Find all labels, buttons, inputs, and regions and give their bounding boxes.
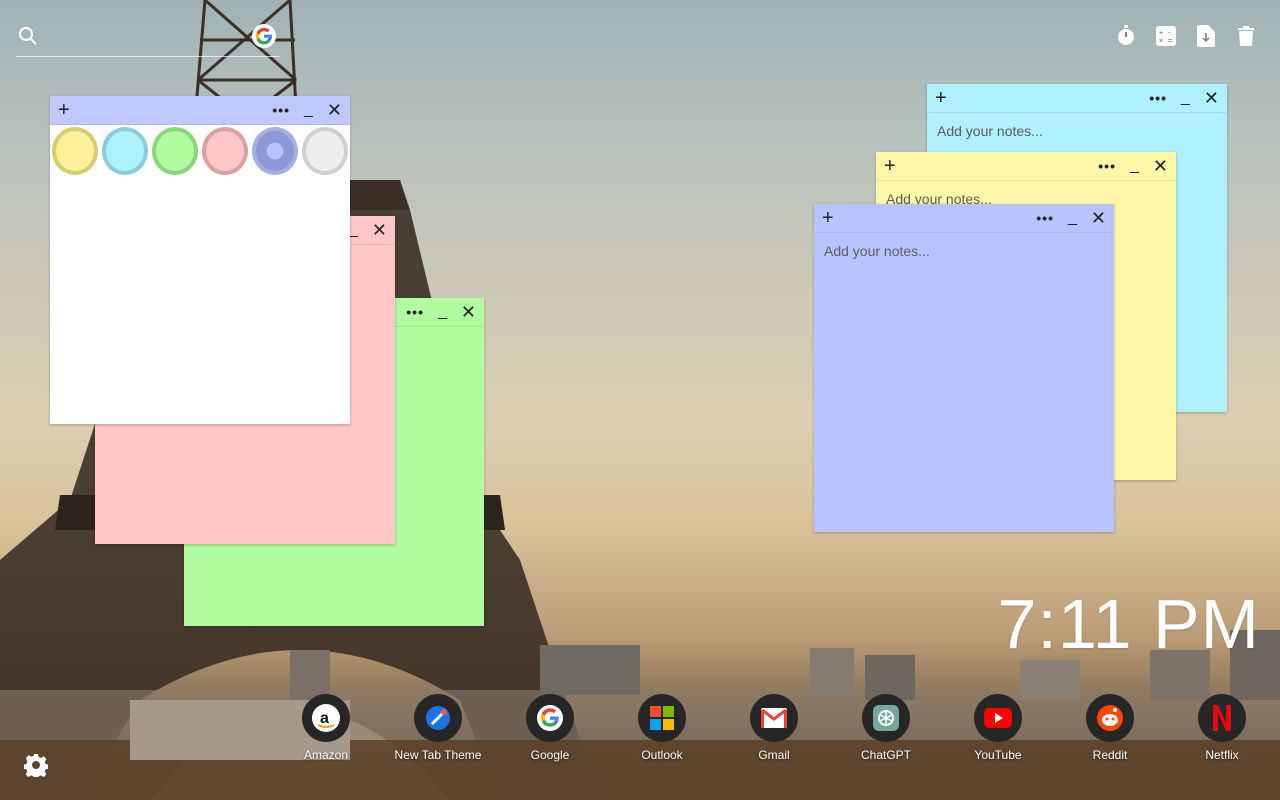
color-swatch-green[interactable] bbox=[152, 127, 198, 175]
svg-text:×: × bbox=[1159, 38, 1163, 45]
note-minimize-button[interactable]: _ bbox=[1130, 158, 1139, 174]
google-icon bbox=[526, 694, 574, 742]
gear-icon[interactable] bbox=[24, 753, 48, 777]
svg-text:+: + bbox=[1159, 30, 1163, 37]
note-menu-button[interactable]: ••• bbox=[1036, 210, 1054, 226]
google-g-glyph bbox=[255, 27, 272, 45]
note-minimize-button[interactable]: _ bbox=[304, 102, 313, 118]
note-text-area[interactable]: Add your notes... bbox=[814, 233, 1114, 269]
note-close-button[interactable]: ✕ bbox=[1091, 208, 1106, 229]
shortcut-label: Reddit bbox=[1092, 748, 1128, 762]
trash-icon[interactable] bbox=[1236, 24, 1256, 48]
add-note-button[interactable]: + bbox=[822, 206, 834, 230]
add-note-button[interactable]: + bbox=[884, 154, 896, 178]
note-controls: ••• _ ✕ bbox=[406, 298, 476, 326]
search-icon[interactable] bbox=[18, 26, 38, 46]
sticky-note-color-picker[interactable]: + ••• _ ✕ bbox=[50, 96, 350, 424]
stopwatch-icon[interactable] bbox=[1116, 24, 1136, 48]
note-close-button[interactable]: ✕ bbox=[372, 220, 387, 241]
shortcut-new-tab-theme[interactable]: New Tab Theme bbox=[382, 694, 494, 762]
note-controls: ••• _ ✕ bbox=[1036, 204, 1106, 232]
note-close-button[interactable]: ✕ bbox=[327, 100, 342, 121]
google-icon[interactable] bbox=[252, 24, 276, 48]
note-title-bar[interactable]: + ••• _ ✕ bbox=[876, 152, 1176, 181]
note-minimize-button[interactable]: _ bbox=[1181, 90, 1190, 106]
note-text-area[interactable]: Add your notes... bbox=[927, 113, 1227, 149]
svg-text:a: a bbox=[320, 710, 329, 727]
file-export-icon[interactable] bbox=[1196, 24, 1216, 48]
note-menu-button[interactable]: ••• bbox=[272, 102, 290, 118]
shortcut-google[interactable]: Google bbox=[494, 694, 606, 762]
note-title-bar[interactable]: + ••• _ ✕ bbox=[927, 84, 1227, 113]
sticky-note-lavender[interactable]: + ••• _ ✕ Add your notes... bbox=[814, 204, 1114, 532]
note-title-bar[interactable]: + ••• _ ✕ bbox=[814, 204, 1114, 233]
note-menu-button[interactable]: ••• bbox=[406, 304, 424, 320]
note-menu-button[interactable]: ••• bbox=[1149, 90, 1167, 106]
clock: 7:11 PM bbox=[997, 585, 1260, 663]
note-controls: ••• _ ✕ bbox=[1149, 84, 1219, 112]
shortcut-label: Amazon bbox=[303, 748, 349, 762]
add-note-button[interactable]: + bbox=[935, 86, 947, 110]
shortcut-outlook[interactable]: Outlook bbox=[606, 694, 718, 762]
shortcut-chatgpt[interactable]: ChatGPT bbox=[830, 694, 942, 762]
color-swatch-white[interactable] bbox=[302, 127, 348, 175]
color-swatch-pink[interactable] bbox=[202, 127, 248, 175]
note-close-button[interactable]: ✕ bbox=[1204, 88, 1219, 109]
note-controls: _ ✕ bbox=[349, 216, 387, 244]
search-bar bbox=[16, 22, 280, 57]
shortcut-dock: a Amazon New Tab Theme Google Outlook Gm… bbox=[270, 694, 1278, 762]
shortcut-youtube[interactable]: YouTube bbox=[942, 694, 1054, 762]
gmail-icon bbox=[750, 694, 798, 742]
note-minimize-button[interactable]: _ bbox=[438, 304, 447, 320]
note-minimize-button[interactable]: _ bbox=[349, 222, 358, 238]
note-close-button[interactable]: ✕ bbox=[1153, 156, 1168, 177]
note-title-bar[interactable]: + ••• _ ✕ bbox=[50, 96, 350, 125]
note-controls: ••• _ ✕ bbox=[272, 96, 342, 124]
add-note-button[interactable]: + bbox=[58, 98, 70, 122]
shortcut-label: YouTube bbox=[974, 748, 1022, 762]
shortcut-label: New Tab Theme bbox=[394, 748, 482, 762]
outlook-icon bbox=[638, 694, 686, 742]
toolbar: + - × = bbox=[1116, 24, 1256, 48]
calculator-icon[interactable]: + - × = bbox=[1156, 24, 1176, 48]
netflix-icon bbox=[1198, 694, 1246, 742]
color-swatch-blue[interactable] bbox=[102, 127, 148, 175]
new-tab-theme-icon bbox=[414, 694, 462, 742]
shortcut-label: Outlook bbox=[641, 748, 683, 762]
note-menu-button[interactable]: ••• bbox=[1098, 158, 1116, 174]
chatgpt-icon bbox=[862, 694, 910, 742]
shortcut-label: ChatGPT bbox=[860, 748, 911, 762]
youtube-icon bbox=[974, 694, 1022, 742]
svg-text:=: = bbox=[1168, 38, 1172, 45]
shortcut-label: Netflix bbox=[1205, 748, 1239, 762]
search-input[interactable] bbox=[46, 24, 250, 52]
color-swatch-lavender-selected[interactable] bbox=[252, 127, 298, 175]
shortcut-amazon[interactable]: a Amazon bbox=[270, 694, 382, 762]
color-palette bbox=[50, 125, 350, 177]
color-swatch-yellow[interactable] bbox=[52, 127, 98, 175]
reddit-icon bbox=[1086, 694, 1134, 742]
shortcut-reddit[interactable]: Reddit bbox=[1054, 694, 1166, 762]
shortcut-label: Google bbox=[530, 748, 570, 762]
note-minimize-button[interactable]: _ bbox=[1068, 210, 1077, 226]
shortcut-label: Gmail bbox=[758, 748, 790, 762]
amazon-icon: a bbox=[302, 694, 350, 742]
shortcut-gmail[interactable]: Gmail bbox=[718, 694, 830, 762]
note-controls: ••• _ ✕ bbox=[1098, 152, 1168, 180]
note-close-button[interactable]: ✕ bbox=[461, 302, 476, 323]
shortcut-netflix[interactable]: Netflix bbox=[1166, 694, 1278, 762]
